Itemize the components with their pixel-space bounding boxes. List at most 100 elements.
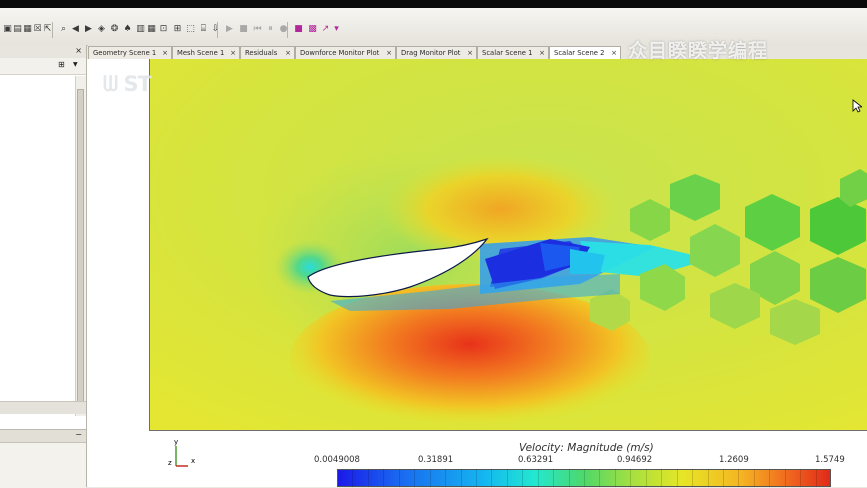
chevron-down-icon[interactable]: ▼ <box>73 61 78 68</box>
tab-drag-monitor-plot[interactable]: Drag Monitor Plot × <box>396 46 477 59</box>
velocity-contour-plot <box>150 59 867 430</box>
axis-y-label: y <box>174 438 178 446</box>
watermark-text: 众目睽睽学编程 <box>628 40 769 62</box>
tab-scalar-scene-2[interactable]: Scalar Scene 2 × <box>549 46 621 59</box>
coordinate-axes-indicator: y z x <box>168 438 195 467</box>
colorbar-segment-divider <box>491 469 493 487</box>
legend-tick-label: 1.5749 <box>815 455 845 465</box>
legend-title: Velocity: Magnitude (m/s) <box>519 442 654 454</box>
scene-gutter <box>87 59 149 487</box>
colorbar-segment-divider <box>599 469 601 487</box>
colorbar-segment-divider <box>352 469 354 487</box>
legend-tick-label: 0.63291 <box>518 455 554 465</box>
play-icon[interactable]: ▶ <box>224 24 235 35</box>
arrow-right-icon[interactable]: ▶ <box>83 24 94 35</box>
toolbar-separator <box>287 22 288 38</box>
vector-icon[interactable]: ⊡ <box>158 24 169 35</box>
bell-icon[interactable]: ♠ <box>122 24 133 35</box>
object-tree-panel: × ⊞ ▼ − <box>0 45 87 488</box>
colorbar-segment-divider <box>784 469 786 487</box>
magenta-arrow-icon[interactable]: ↗ <box>320 24 331 35</box>
scene-icon[interactable]: ⬚ <box>185 24 196 35</box>
panel-header: × <box>0 45 86 59</box>
tab-close-icon[interactable]: × <box>539 47 545 59</box>
tab-close-icon[interactable]: × <box>285 47 291 59</box>
colorbar-segment-divider <box>738 469 740 487</box>
colorbar-segment-divider <box>584 469 585 487</box>
colorbar-segment-divider <box>475 469 477 487</box>
tab-label: Geometry Scene 1 <box>93 49 157 57</box>
mouse-pointer-icon <box>852 99 862 113</box>
step-back-icon[interactable]: ⏮ <box>252 24 263 35</box>
chart-icon[interactable]: ⌸ <box>198 24 209 35</box>
colorbar-segment-divider <box>537 469 539 487</box>
colorbar-segment-divider <box>800 469 802 487</box>
scrollbar-thumb[interactable] <box>77 89 84 411</box>
stop-icon[interactable]: ■ <box>238 24 249 35</box>
tab-label: Residuals <box>245 49 278 57</box>
colorbar-segment-divider <box>722 469 724 487</box>
toolbar-separator <box>52 22 53 38</box>
magenta-dropdown-icon[interactable]: ▾ <box>331 24 342 35</box>
tab-close-icon[interactable]: × <box>386 47 392 59</box>
magenta-grid-icon[interactable]: ▩ <box>307 24 318 35</box>
legend-tick-label: 0.31891 <box>418 455 454 465</box>
tab-close-icon[interactable]: × <box>162 47 168 59</box>
axis-x-label: x <box>191 457 195 465</box>
properties-panel: − <box>0 429 86 488</box>
target-icon[interactable]: ⊞ <box>172 24 183 35</box>
magenta-square-icon[interactable]: ■ <box>293 24 304 35</box>
tab-close-icon[interactable]: × <box>230 47 236 59</box>
cube-icon[interactable]: ◈ <box>96 24 107 35</box>
colorbar-segment-divider <box>445 469 447 487</box>
legend-tick-label: 1.2609 <box>719 455 749 465</box>
arrow-left-icon[interactable]: ◀ <box>70 24 81 35</box>
colorbar-segment-divider <box>630 469 632 487</box>
tab-scalar-scene-1[interactable]: Scalar Scene 1 × <box>477 46 549 59</box>
axis-z-label: z <box>168 459 172 467</box>
tab-close-icon[interactable]: × <box>611 47 617 59</box>
colorbar-segment-divider <box>367 469 369 487</box>
tab-downforce-monitor-plot[interactable]: Downforce Monitor Plot × <box>295 46 396 59</box>
tab-residuals[interactable]: Residuals × <box>240 46 295 59</box>
colorbar-segment-divider <box>614 469 616 487</box>
tab-label: Scalar Scene 2 <box>554 49 605 57</box>
palette-icon[interactable]: ❂ <box>109 24 120 35</box>
table-icon[interactable]: ▥ <box>135 24 146 35</box>
colorbar-segment-divider <box>414 469 416 487</box>
pause-icon[interactable]: ⏸ <box>265 24 276 35</box>
toolbar-separator <box>217 22 218 38</box>
properties-minimize-button[interactable]: − <box>75 430 82 439</box>
export-icon[interactable]: ⇩ <box>210 24 221 35</box>
colorbar-segment-divider <box>383 469 385 487</box>
tab-close-icon[interactable]: × <box>467 47 473 59</box>
colorbar-segment-divider <box>645 469 647 487</box>
filter-icon[interactable]: ⊞ <box>58 60 65 69</box>
scalar-scene-viewport[interactable] <box>149 59 867 431</box>
tab-label: Scalar Scene 1 <box>482 49 533 57</box>
colorbar-segment-divider <box>506 469 508 487</box>
tab-label: Downforce Monitor Plot <box>300 49 380 57</box>
colorbar-segment-divider <box>815 469 817 487</box>
horizontal-scrollbar[interactable] <box>0 401 86 414</box>
properties-header: − <box>0 430 86 443</box>
colorbar-segment-divider <box>769 469 771 487</box>
tab-geometry-scene-1[interactable]: Geometry Scene 1 × <box>88 46 172 59</box>
legend-tick-label: 0.94692 <box>617 455 653 465</box>
colorbar-segment-divider <box>707 469 709 487</box>
panel-close-button[interactable]: × <box>75 46 82 55</box>
colorbar-segment-divider <box>429 469 431 487</box>
colorbar-segment-divider <box>398 469 400 487</box>
star-ccm-logo: ᗯ ST <box>103 72 152 96</box>
colorbar-segment-divider <box>676 469 678 487</box>
matrix-icon[interactable]: ▦ <box>146 24 157 35</box>
tab-label: Mesh Scene 1 <box>177 49 225 57</box>
colorbar-segment-divider <box>553 469 555 487</box>
zoom-icon[interactable]: ⌕ <box>58 24 69 35</box>
window-top-border <box>0 0 867 8</box>
tab-label: Drag Monitor Plot <box>401 49 461 57</box>
tab-mesh-scene-1[interactable]: Mesh Scene 1 × <box>172 46 240 59</box>
colorbar-segment-divider <box>753 469 755 487</box>
colorbar-segment-divider <box>661 469 663 487</box>
panel-subheader: ⊞ ▼ <box>0 58 86 75</box>
